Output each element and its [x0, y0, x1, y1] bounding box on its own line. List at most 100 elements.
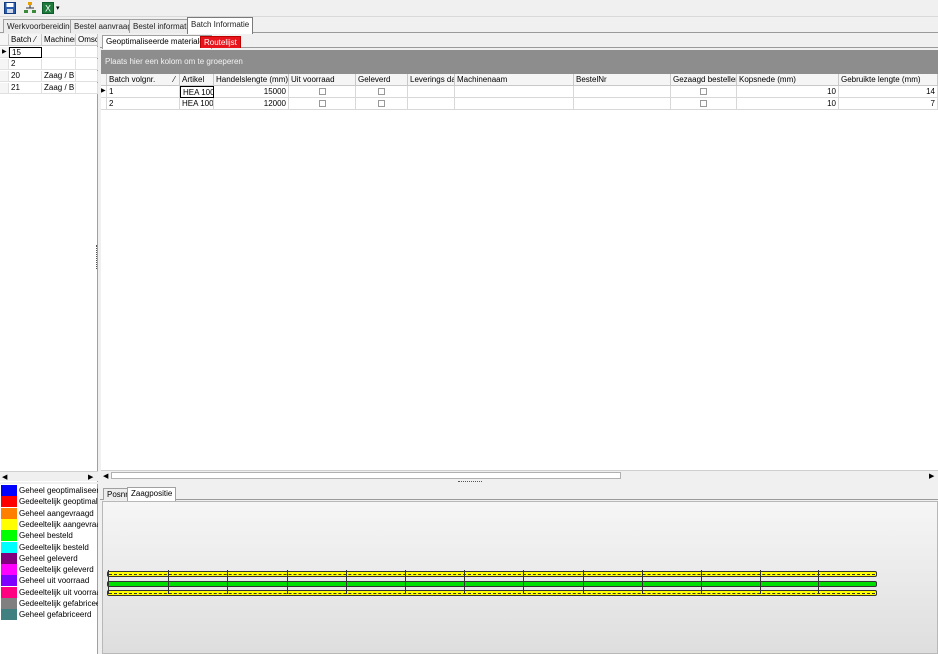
- horizontal-scrollbar[interactable]: ◀ ▶: [101, 470, 938, 480]
- column-header-omschrijving[interactable]: Omsc: [76, 34, 98, 46]
- batch-cell[interactable]: 21: [9, 83, 42, 94]
- saw-position-canvas[interactable]: [102, 501, 938, 654]
- volgnr-cell[interactable]: 1: [107, 86, 180, 98]
- leveringsdatum-cell[interactable]: [408, 98, 455, 110]
- row-indicator-header: [0, 34, 9, 46]
- handelslengte-cell[interactable]: 12000: [214, 98, 289, 110]
- tab-werkvoorbereiding[interactable]: Werkvoorbereiding: [3, 19, 78, 33]
- tab-batch-informatie[interactable]: Batch Informatie: [187, 17, 254, 34]
- machine-cell[interactable]: [42, 47, 76, 58]
- table-row[interactable]: 20 Zaag / B: [0, 71, 98, 82]
- description-cell[interactable]: [76, 59, 98, 70]
- description-cell[interactable]: [76, 47, 98, 58]
- scroll-right-icon[interactable]: ▶: [88, 473, 93, 481]
- legend-label: Geheel uit voorraad: [19, 576, 90, 586]
- legend-swatch: [1, 552, 17, 564]
- table-row[interactable]: 2: [0, 59, 98, 70]
- geleverd-checkbox[interactable]: [378, 100, 385, 107]
- column-header-label: Batch volgnr.: [109, 75, 156, 84]
- machine-cell[interactable]: [42, 59, 76, 70]
- legend-swatch: [1, 541, 17, 553]
- save-icon[interactable]: [4, 2, 16, 14]
- column-header-machinenaam[interactable]: Machinenaam: [455, 74, 574, 86]
- saw-cut-mark: [227, 570, 228, 594]
- bestelnr-cell[interactable]: [574, 86, 671, 98]
- batch-cell[interactable]: 20: [9, 71, 42, 82]
- handelslengte-cell[interactable]: 15000: [214, 86, 289, 98]
- sub-tab-bar: Geoptimaliseerde materialen Routelijst: [100, 34, 938, 49]
- legend-label: Geheel gefabriceerd: [19, 610, 92, 620]
- saw-cut-mark: [642, 570, 643, 594]
- column-header-geleverd[interactable]: Geleverd: [356, 74, 408, 86]
- legend-swatch: [1, 507, 17, 519]
- artikel-cell[interactable]: HEA 100: [180, 98, 214, 110]
- column-header-handelslengte[interactable]: Handelslengte (mm): [214, 74, 289, 86]
- bestelnr-cell[interactable]: [574, 98, 671, 110]
- scroll-left-icon[interactable]: ◀: [2, 473, 7, 481]
- column-header-batch-volgnr[interactable]: Batch volgnr. ⁄: [107, 74, 180, 86]
- table-row[interactable]: 21 Zaag / B: [0, 83, 98, 94]
- saw-cut-mark: [818, 570, 819, 594]
- saw-bar-green[interactable]: [107, 581, 877, 587]
- legend-item: Geheel geoptimaliseerd: [0, 485, 98, 496]
- column-header-batch[interactable]: Batch ⁄: [9, 34, 42, 46]
- uit-voorraad-checkbox[interactable]: [319, 88, 326, 95]
- saw-cut-mark: [405, 570, 406, 594]
- description-cell[interactable]: [76, 83, 98, 94]
- legend-label: Geheel geoptimaliseerd: [19, 486, 98, 495]
- current-row-arrow-icon: ▶: [0, 47, 9, 58]
- horizontal-scrollbar[interactable]: ◀ ▶: [0, 471, 98, 481]
- dropdown-icon[interactable]: ▾: [56, 4, 60, 12]
- legend-swatch: [1, 575, 17, 587]
- kopsnede-cell[interactable]: 10: [737, 86, 839, 98]
- gezaagd-bestellen-checkbox[interactable]: [700, 88, 707, 95]
- machinenaam-cell[interactable]: [455, 98, 574, 110]
- geleverd-cell: [356, 86, 408, 98]
- tree-icon[interactable]: [24, 2, 36, 14]
- tab-bestel-aanvraag[interactable]: Bestel aanvraag: [70, 19, 136, 33]
- materials-grid: Batch volgnr. ⁄ Artikel Handelslengte (mm…: [101, 74, 938, 480]
- tab-zaagpositie[interactable]: Zaagpositie: [127, 487, 177, 501]
- legend-label: Geheel besteld: [19, 531, 73, 541]
- horizontal-splitter[interactable]: [458, 481, 482, 483]
- column-header-machine[interactable]: Machiner: [42, 34, 76, 46]
- group-by-bar[interactable]: Plaats hier een kolom om te groeperen: [101, 50, 938, 74]
- uit-voorraad-cell: [289, 98, 356, 110]
- kopsnede-cell[interactable]: 10: [737, 98, 839, 110]
- column-header-kopsnede[interactable]: Kopsnede (mm): [737, 74, 839, 86]
- vertical-splitter[interactable]: [96, 245, 98, 269]
- column-header-leveringsdatum[interactable]: Leverings dat: [408, 74, 455, 86]
- column-header-artikel[interactable]: Artikel: [180, 74, 214, 86]
- gebruikte-lengte-cell[interactable]: 14: [839, 86, 938, 98]
- scrollbar-thumb[interactable]: [111, 472, 621, 479]
- machinenaam-cell[interactable]: [455, 86, 574, 98]
- legend-item: Geheel aangevraagd: [0, 507, 98, 519]
- batch-cell[interactable]: 15: [9, 47, 42, 58]
- legend-item: Geheel uit voorraad: [0, 575, 98, 587]
- saw-cut-mark: [760, 570, 761, 594]
- column-header-gezaagd-bestellen[interactable]: Gezaagd bestellen: [671, 74, 737, 86]
- scroll-right-icon[interactable]: ▶: [929, 472, 934, 480]
- gebruikte-lengte-cell[interactable]: 7: [839, 98, 938, 110]
- artikel-cell[interactable]: HEA 100: [180, 86, 214, 98]
- machine-cell[interactable]: Zaag / B: [42, 71, 76, 82]
- main-tab-bar: Werkvoorbereiding Bestel aanvraag Bestel…: [0, 17, 938, 34]
- leveringsdatum-cell[interactable]: [408, 86, 455, 98]
- tab-geoptimaliseerde-materialen[interactable]: Geoptimaliseerde materialen: [102, 35, 213, 49]
- column-header-gebruikte-lengte[interactable]: Gebruikte lengte (mm): [839, 74, 938, 86]
- table-row[interactable]: ▶ 15: [0, 47, 98, 58]
- column-header-uit-voorraad[interactable]: Uit voorraad: [289, 74, 356, 86]
- volgnr-cell[interactable]: 2: [107, 98, 180, 110]
- uit-voorraad-checkbox[interactable]: [319, 100, 326, 107]
- column-header-bestelnr[interactable]: BestelNr: [574, 74, 671, 86]
- tab-routelijst[interactable]: Routelijst: [200, 36, 241, 48]
- excel-icon[interactable]: X: [42, 2, 54, 14]
- description-cell[interactable]: [76, 71, 98, 82]
- legend-swatch: [1, 518, 17, 530]
- batch-cell[interactable]: 2: [9, 59, 42, 70]
- gezaagd-bestellen-checkbox[interactable]: [700, 100, 707, 107]
- geleverd-checkbox[interactable]: [378, 88, 385, 95]
- toolbar: X ▾: [0, 0, 938, 17]
- machine-cell[interactable]: Zaag / B: [42, 83, 76, 94]
- scroll-left-icon[interactable]: ◀: [103, 472, 108, 480]
